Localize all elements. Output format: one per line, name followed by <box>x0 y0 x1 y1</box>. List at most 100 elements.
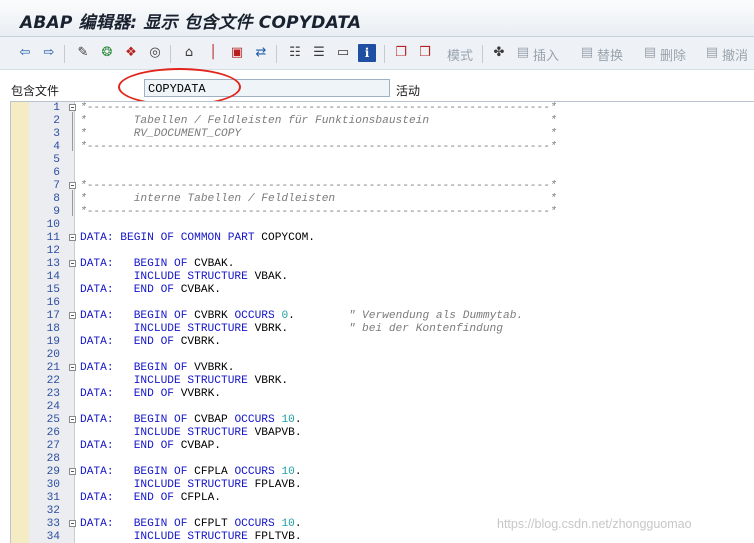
code-line[interactable]: 23 DATA: END OF VVBRK. <box>11 388 754 401</box>
delete-button[interactable]: 删除 <box>660 45 686 64</box>
line-number: 30 <box>46 479 60 491</box>
collapse-toggle-icon[interactable] <box>69 312 76 319</box>
line-number: 15 <box>46 284 60 296</box>
code-line[interactable]: 21 DATA: BEGIN OF VVBRK. <box>11 362 754 375</box>
hierarchy-icon[interactable]: ☷ <box>286 44 304 62</box>
line-number: 9 <box>53 206 60 218</box>
code-line[interactable]: 8 * interne Tabellen / Feldleisten * <box>11 193 754 206</box>
mode-button[interactable]: 模式 <box>447 45 473 64</box>
collapse-toggle-icon[interactable] <box>69 104 76 111</box>
code-line[interactable]: 18 INCLUDE STRUCTURE VBRK. " bei der Kon… <box>11 323 754 336</box>
line-number: 10 <box>46 219 60 231</box>
code-line[interactable]: 28 <box>11 453 754 466</box>
code-text: INCLUDE STRUCTURE VBAK. <box>80 271 288 284</box>
code-line[interactable]: 30 INCLUDE STRUCTURE FPLAVB. <box>11 479 754 492</box>
line-number: 21 <box>46 362 60 374</box>
toolbar-separator <box>64 45 65 63</box>
line-number: 23 <box>46 388 60 400</box>
collapse-toggle-icon[interactable] <box>69 468 76 475</box>
where-used-icon[interactable]: ⌂ <box>180 44 198 62</box>
code-text: DATA: BEGIN OF CVBRK OCCURS 0. " Verwend… <box>80 310 523 323</box>
code-line[interactable]: 16 <box>11 297 754 310</box>
code-line[interactable]: 25 DATA: BEGIN OF CVBAP OCCURS 10. <box>11 414 754 427</box>
pattern-icon[interactable]: ❐ <box>392 44 410 62</box>
line-number: 14 <box>46 271 60 283</box>
code-line[interactable]: 17 DATA: BEGIN OF CVBRK OCCURS 0. " Verwe… <box>11 310 754 323</box>
navigation-icon[interactable]: ⇄ <box>252 44 270 62</box>
insert-button[interactable]: 插入 <box>533 45 559 64</box>
replace-button[interactable]: 替换 <box>597 45 623 64</box>
collapse-toggle-icon[interactable] <box>69 520 76 527</box>
code-line[interactable]: 27 DATA: END OF CVBAP. <box>11 440 754 453</box>
code-token: INCLUDE STRUCTURE <box>80 375 255 387</box>
code-line[interactable]: 11 DATA: BEGIN OF COMMON PART COPYCOM. <box>11 232 754 245</box>
window-icon[interactable]: ▭ <box>334 44 352 62</box>
line-number: 3 <box>53 128 60 140</box>
application-toolbar: ⇦ ⇨ ✎ ❂ ❖ ◎ ⌂ │ ▣ ⇄ ☷ ☰ ▭ i ❐ ❒ 模式 ✤ ▤ 插… <box>0 37 754 70</box>
code-line[interactable]: 34 INCLUDE STRUCTURE FPLTVB. <box>11 531 754 543</box>
code-token: VBAK. <box>254 271 289 283</box>
toolbar-separator <box>276 45 277 63</box>
breakpoint-icon[interactable]: │ <box>204 44 222 62</box>
code-token: OCCURS <box>234 310 282 322</box>
code-text: * RV_DOCUMENT_COPY * <box>80 128 557 140</box>
code-token: CVBAP <box>194 414 235 426</box>
toolbar-separator <box>170 45 171 63</box>
collapse-toggle-icon[interactable] <box>69 182 76 189</box>
test-run-icon[interactable]: ◎ <box>146 44 164 62</box>
code-line[interactable]: 2 * Tabellen / Feldleisten für Funktionsb… <box>11 115 754 128</box>
code-token: . <box>294 466 302 478</box>
code-line[interactable]: 22 INCLUDE STRUCTURE VBRK. <box>11 375 754 388</box>
code-line[interactable]: 14 INCLUDE STRUCTURE VBAK. <box>11 271 754 284</box>
line-number: 24 <box>46 401 60 413</box>
code-line[interactable]: 3 * RV_DOCUMENT_COPY * <box>11 128 754 141</box>
code-token: CFPLA <box>194 466 235 478</box>
code-line[interactable]: 24 <box>11 401 754 414</box>
code-line[interactable]: 20 <box>11 349 754 362</box>
display-change-pencil-icon[interactable]: ✎ <box>74 44 92 62</box>
activate-icon[interactable]: ❖ <box>122 44 140 62</box>
line-number: 5 <box>53 154 60 166</box>
code-line[interactable]: 10 <box>11 219 754 232</box>
delete-icon: ▤ <box>643 45 657 60</box>
code-line[interactable]: 4 *--------------------------------------… <box>11 141 754 154</box>
code-token: DATA: END OF <box>80 284 181 296</box>
code-line[interactable]: 7 *--------------------------------------… <box>11 180 754 193</box>
collapse-toggle-icon[interactable] <box>69 364 76 371</box>
line-number: 11 <box>46 232 60 244</box>
code-line[interactable]: 26 INCLUDE STRUCTURE VBAPVB. <box>11 427 754 440</box>
info-icon[interactable]: i <box>358 44 376 62</box>
code-token: 10 <box>281 518 295 530</box>
code-line[interactable]: 15 DATA: END OF CVBAK. <box>11 284 754 297</box>
code-line[interactable]: 29 DATA: BEGIN OF CFPLA OCCURS 10. <box>11 466 754 479</box>
code-line[interactable]: 9 *--------------------------------------… <box>11 206 754 219</box>
back-arrow-icon[interactable]: ⇦ <box>16 44 34 62</box>
collapse-toggle-icon[interactable] <box>69 234 76 241</box>
code-line[interactable]: 12 <box>11 245 754 258</box>
collapse-toggle-icon[interactable] <box>69 260 76 267</box>
code-line[interactable]: 31 DATA: END OF CFPLA. <box>11 492 754 505</box>
pretty-printer-icon[interactable]: ❒ <box>416 44 434 62</box>
code-line[interactable]: 19 DATA: END OF CVBRK. <box>11 336 754 349</box>
code-line[interactable]: 5 <box>11 154 754 167</box>
display-object-list-icon[interactable]: ▣ <box>228 44 246 62</box>
block-icon[interactable]: ✤ <box>490 44 508 62</box>
undo-button[interactable]: 撤消 <box>722 45 748 64</box>
line-number: 29 <box>46 466 60 478</box>
forward-arrow-icon[interactable]: ⇨ <box>40 44 58 62</box>
watermark: https://blog.csdn.net/zhongguomao <box>497 517 692 531</box>
code-token: 10 <box>281 466 295 478</box>
line-number: 27 <box>46 440 60 452</box>
code-line[interactable]: 13 DATA: BEGIN OF CVBAK. <box>11 258 754 271</box>
code-text: DATA: BEGIN OF COMMON PART COPYCOM. <box>80 232 315 245</box>
code-editor[interactable]: 1 *--------------------------------------… <box>10 101 754 543</box>
collapse-toggle-icon[interactable] <box>69 416 76 423</box>
code-line[interactable]: 1 *--------------------------------------… <box>11 102 754 115</box>
code-text: * interne Tabellen / Feldleisten * <box>80 193 557 205</box>
stack-icon[interactable]: ☰ <box>310 44 328 62</box>
check-syntax-icon[interactable]: ❂ <box>98 44 116 62</box>
code-line[interactable]: 6 <box>11 167 754 180</box>
line-number: 33 <box>46 518 60 530</box>
code-token: FPLTVB. <box>254 531 302 543</box>
code-text: *---------------------------------------… <box>80 102 557 114</box>
